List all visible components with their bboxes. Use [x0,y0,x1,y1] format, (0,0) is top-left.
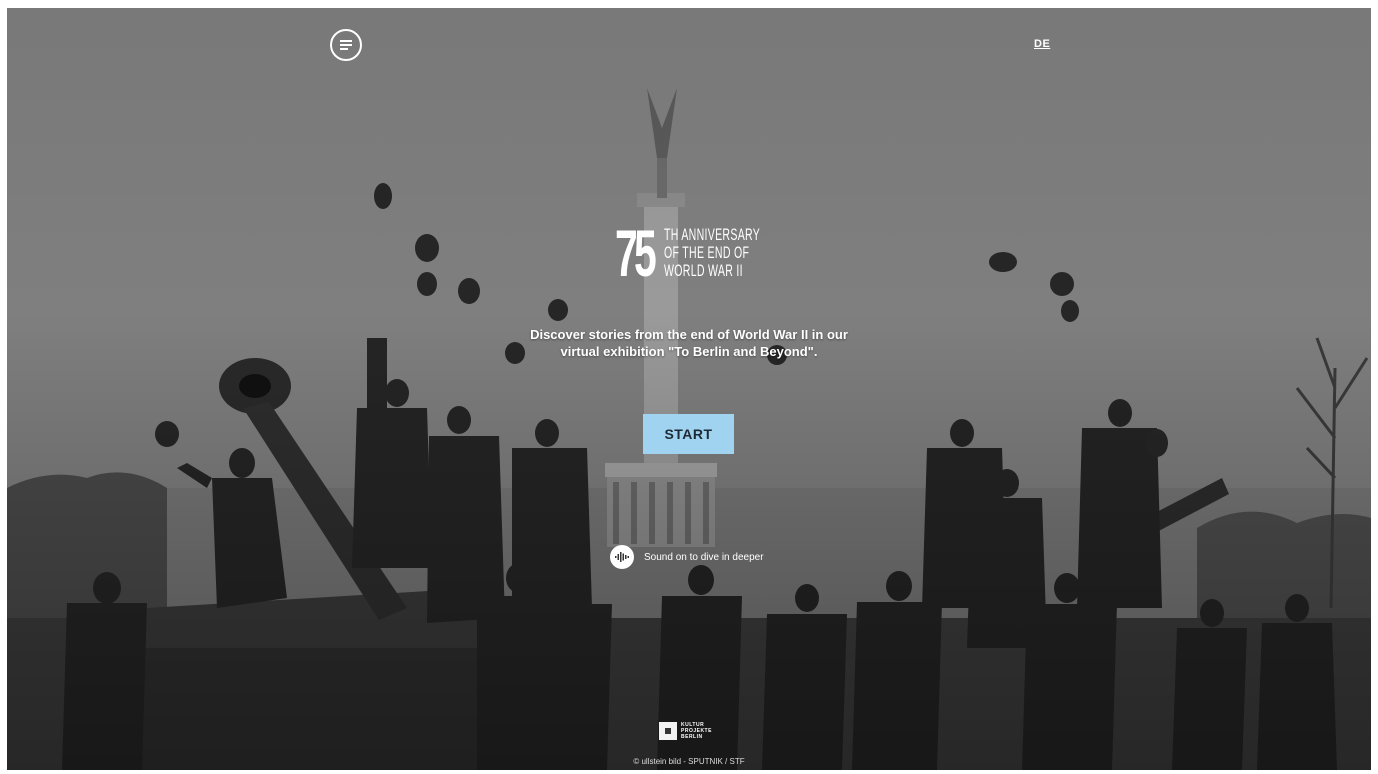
language-switch[interactable]: DE [1034,38,1050,50]
tagline-line: virtual exhibition "To Berlin and Beyond… [560,344,818,359]
hero-tagline: Discover stories from the end of World W… [489,326,889,360]
sound-label: Sound on to dive in deeper [644,551,764,563]
logo-line: OF THE END OF [664,243,750,262]
anniversary-logo: 75 TH ANNIVERSARY OF THE END OF WORLD WA… [615,216,819,290]
logo-text: TH ANNIVERSARY OF THE END OF WORLD WAR I… [664,226,760,280]
menu-button[interactable] [330,29,362,61]
tagline-line: Discover stories from the end of World W… [530,327,848,342]
kulturprojekte-logo[interactable]: KULTUR PROJEKTE BERLIN [659,722,712,740]
start-button[interactable]: START [643,414,734,454]
hamburger-menu-icon [340,40,352,50]
photo-credit: © ullstein bild - SPUTNIK / STF [633,757,745,766]
sound-toggle[interactable]: Sound on to dive in deeper [610,545,764,569]
hero-section: DE 75 TH ANNIVERSARY OF THE END OF WORLD… [7,8,1371,770]
logo-number: 75 [615,216,657,290]
hero-background-photo [7,8,1371,770]
sound-wave-icon [610,545,634,569]
logo-line: TH ANNIVERSARY [664,225,761,244]
logo-line: WORLD WAR II [664,261,743,280]
partner-logo-mark [659,722,677,740]
partner-logo-text: KULTUR PROJEKTE BERLIN [681,722,712,740]
